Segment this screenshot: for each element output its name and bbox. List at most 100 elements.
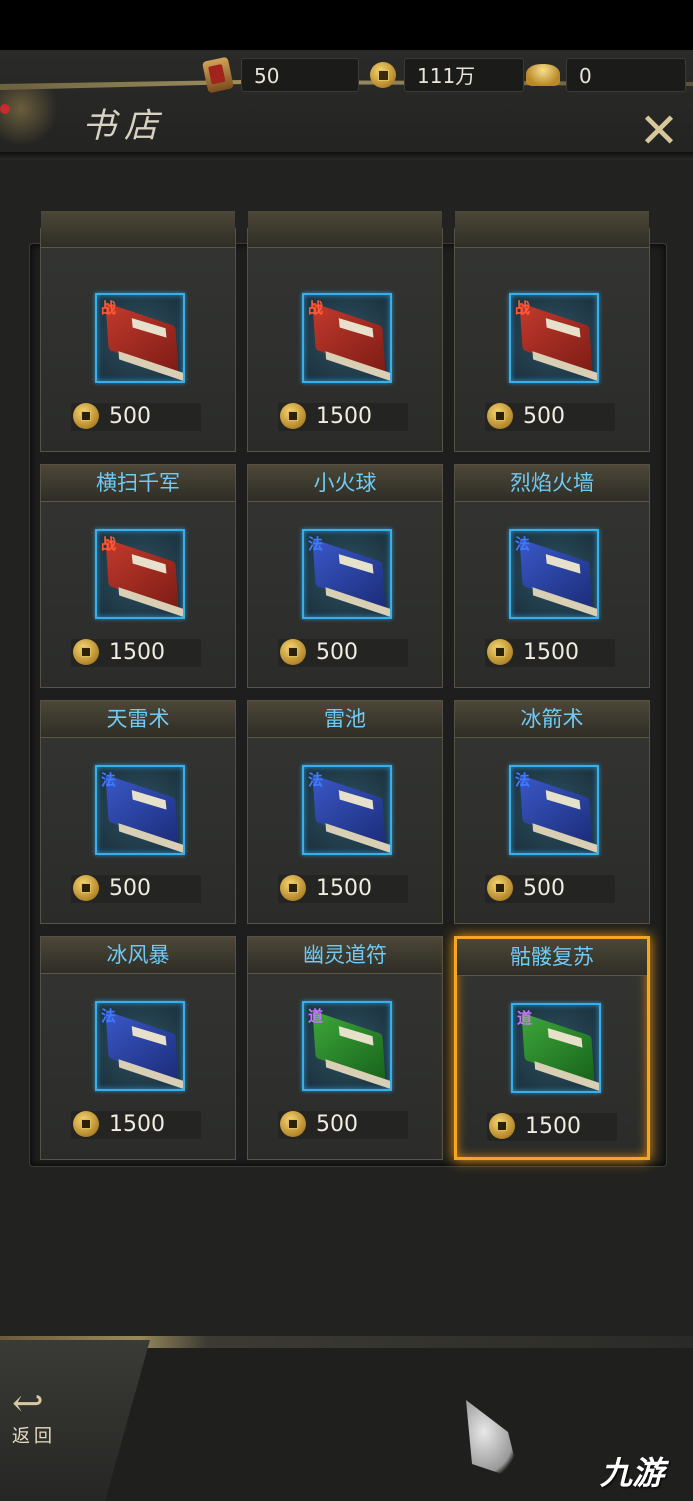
- return-arrow-icon: ↩: [12, 1381, 44, 1425]
- token-icon: [201, 56, 235, 94]
- book-label: [545, 554, 581, 574]
- book-icon: [105, 1010, 183, 1089]
- skill-book-icon: 法: [302, 529, 392, 619]
- skill-book-icon: 战: [95, 529, 185, 619]
- class-badge: 道: [308, 1007, 324, 1025]
- skill-book-icon: 战: [95, 293, 185, 383]
- book-card[interactable]: 幽灵道符道 500: [247, 936, 443, 1160]
- book-icon: [312, 538, 390, 617]
- book-pages: [118, 351, 183, 381]
- book-card[interactable]: 冰箭术法 500: [454, 700, 650, 924]
- book-icon: [105, 302, 183, 381]
- notification-dot: [0, 104, 10, 114]
- copper-coin-icon: [487, 875, 513, 901]
- book-icon: [519, 302, 597, 381]
- watermark-text: 九游: [600, 1454, 665, 1492]
- copper-coin-icon: [487, 403, 513, 429]
- copper-coin-icon: [280, 403, 306, 429]
- copper-coin-icon: [73, 403, 99, 429]
- close-button[interactable]: ✕: [636, 107, 682, 155]
- book-icon: [521, 1012, 599, 1091]
- book-label: [338, 554, 374, 574]
- copper-coin-icon: [73, 875, 99, 901]
- class-badge: 法: [101, 771, 117, 789]
- book-pages: [325, 1059, 390, 1089]
- class-badge: 法: [308, 771, 324, 789]
- back-button[interactable]: ↩ 返回: [12, 1384, 82, 1456]
- book-name: [41, 211, 235, 248]
- page-title: 书店: [82, 106, 166, 146]
- book-label: [547, 1028, 583, 1048]
- close-icon: ✕: [638, 103, 680, 159]
- currency-value: 50: [241, 58, 359, 92]
- copper-coin-icon: [73, 639, 99, 665]
- book-icon: [105, 774, 183, 853]
- copper-coin-icon: [489, 1113, 515, 1139]
- book-card[interactable]: 天雷术法 500: [40, 700, 236, 924]
- book-icon: [312, 774, 390, 853]
- book-card[interactable]: 战 1500: [247, 211, 443, 452]
- class-badge: 战: [101, 299, 117, 317]
- book-label: [338, 318, 374, 338]
- book-price: 1500: [316, 876, 372, 901]
- copper-coin-icon: [280, 639, 306, 665]
- class-badge: 法: [515, 771, 531, 789]
- book-pages: [534, 1061, 599, 1091]
- book-icon: [105, 538, 183, 617]
- header-divider: [0, 152, 693, 160]
- book-pages: [532, 587, 597, 617]
- copper-coin-icon: [370, 62, 396, 88]
- skill-book-icon: 法: [509, 529, 599, 619]
- book-icon: [519, 774, 597, 853]
- book-pages: [325, 823, 390, 853]
- currency-value: 0: [566, 58, 686, 92]
- class-badge: 战: [101, 535, 117, 553]
- book-label: [131, 318, 167, 338]
- book-label: [131, 1026, 167, 1046]
- book-price: 500: [109, 404, 151, 429]
- book-pages: [532, 351, 597, 381]
- book-icon: [312, 302, 390, 381]
- currency-token: 50: [201, 56, 359, 94]
- book-name: 横扫千军: [41, 465, 235, 502]
- book-card[interactable]: 战 500: [454, 211, 650, 452]
- book-price: 500: [316, 1112, 358, 1137]
- book-label: [131, 790, 167, 810]
- book-pages: [118, 587, 183, 617]
- book-price: 500: [109, 876, 151, 901]
- book-name: 骷髅复苏: [457, 939, 647, 976]
- book-card[interactable]: 小火球法 500: [247, 464, 443, 688]
- book-card[interactable]: 烈焰火墙法 1500: [454, 464, 650, 688]
- class-badge: 战: [515, 299, 531, 317]
- book-label: [545, 318, 581, 338]
- book-pages: [325, 351, 390, 381]
- book-card[interactable]: 雷池法 1500: [247, 700, 443, 924]
- skill-book-icon: 法: [95, 765, 185, 855]
- book-pages: [532, 823, 597, 853]
- copper-coin-icon: [73, 1111, 99, 1137]
- currency-copper: 111万: [370, 57, 524, 93]
- currency-gold: 0: [526, 57, 686, 93]
- book-price: 500: [523, 876, 565, 901]
- back-label: 返回: [12, 1426, 56, 1447]
- skill-book-icon: 道: [302, 1001, 392, 1091]
- book-pages: [118, 1059, 183, 1089]
- class-badge: 法: [101, 1007, 117, 1025]
- book-label: [338, 1026, 374, 1046]
- book-icon: [312, 1010, 390, 1089]
- book-card[interactable]: 横扫千军战 1500: [40, 464, 236, 688]
- book-name: 冰箭术: [455, 701, 649, 738]
- class-badge: 战: [308, 299, 324, 317]
- book-card[interactable]: 骷髅复苏道 1500: [454, 936, 650, 1160]
- book-name: 幽灵道符: [248, 937, 442, 974]
- status-bar: [0, 0, 693, 50]
- book-card[interactable]: 战 500: [40, 211, 236, 452]
- book-price: 1500: [109, 1112, 165, 1137]
- book-card[interactable]: 冰风暴法 1500: [40, 936, 236, 1160]
- skill-book-icon: 法: [95, 1001, 185, 1091]
- book-name: [248, 211, 442, 248]
- skill-book-icon: 道: [511, 1003, 601, 1093]
- copper-coin-icon: [487, 639, 513, 665]
- book-price: 1500: [523, 640, 579, 665]
- book-name: 小火球: [248, 465, 442, 502]
